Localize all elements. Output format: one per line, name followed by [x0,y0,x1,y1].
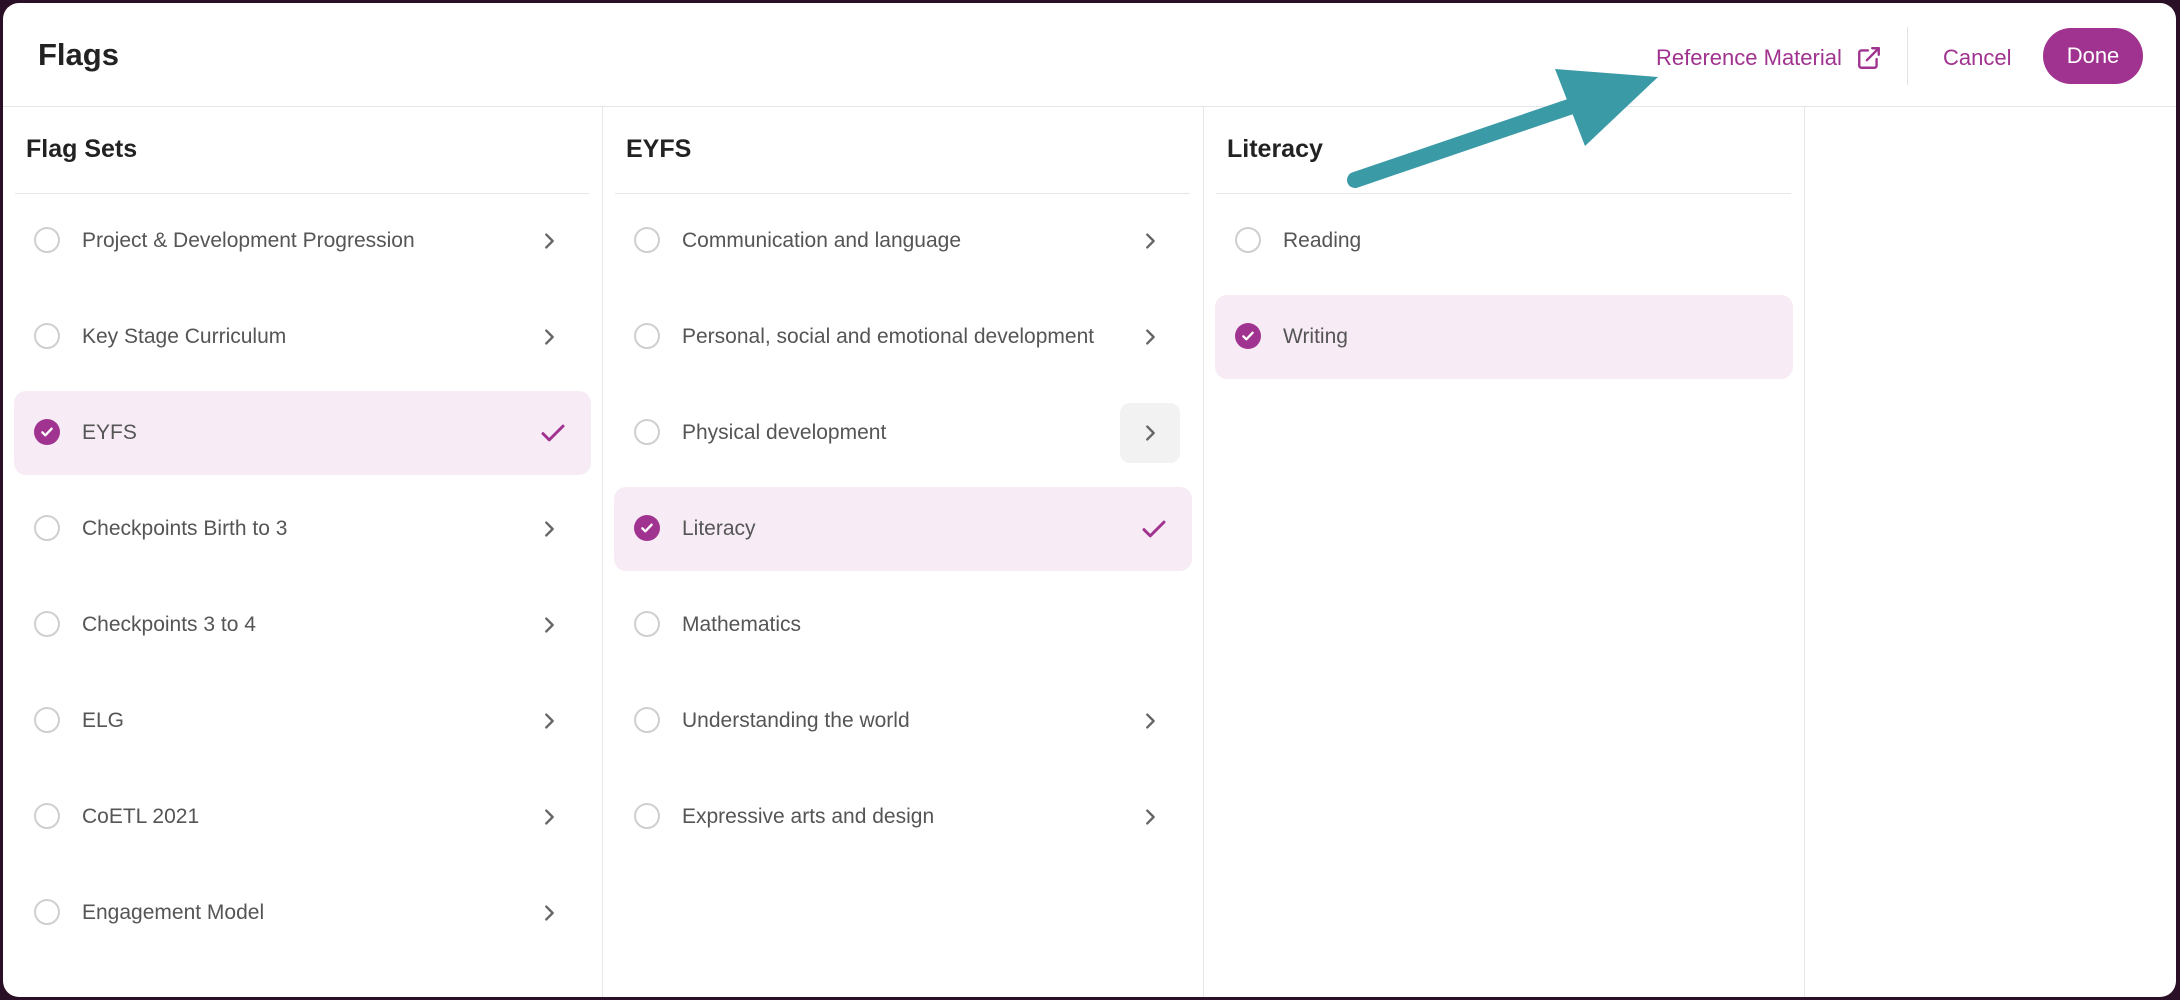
radio-unchecked-icon[interactable] [34,803,60,829]
chevron-right-icon[interactable] [1120,691,1180,751]
flag-item-label: Literacy [682,517,756,540]
chevron-right-icon[interactable] [1120,403,1180,463]
cancel-button[interactable]: Cancel [1943,33,2011,83]
flag-item-label: Writing [1283,325,1348,348]
flag-item-understanding-the-world[interactable]: Understanding the world [614,679,1192,763]
flag-list: Reading Writing [1215,199,1793,391]
chevron-right-icon[interactable] [1120,787,1180,847]
chevron-right-icon[interactable] [519,211,579,271]
flag-item-label: Checkpoints 3 to 4 [82,613,256,636]
flag-item-writing[interactable]: Writing [1215,295,1793,379]
column-divider [615,193,1190,194]
flag-item-label: Engagement Model [82,901,265,924]
flag-item-label: Project & Development Progression [82,229,415,252]
chevron-right-icon[interactable] [519,499,579,559]
flag-item-communication-and-language[interactable]: Communication and language [614,199,1192,283]
chevron-right-icon[interactable] [1120,211,1180,271]
modal-header: Flags Reference Material Cancel Done [3,3,2176,107]
flag-item-elg[interactable]: ELG [14,679,591,763]
flag-item-checkpoints-birth-to-3[interactable]: Checkpoints Birth to 3 [14,487,591,571]
column-flag-sets: Flag Sets Project & Development Progress… [3,107,603,997]
chevron-right-icon[interactable] [1120,307,1180,367]
radio-unchecked-icon[interactable] [34,611,60,637]
flag-item-label: CoETL 2021 [82,805,200,828]
flag-item-label: Mathematics [682,613,802,636]
flag-list: Project & Development Progression Key Sta… [14,199,591,967]
column-divider [15,193,589,194]
done-button[interactable]: Done [2043,28,2143,84]
radio-unchecked-icon[interactable] [634,611,660,637]
external-link-icon [1856,45,1882,71]
radio-checked-icon[interactable] [634,515,660,541]
flags-modal: Flags Reference Material Cancel Done Fla… [3,3,2176,997]
radio-unchecked-icon[interactable] [634,323,660,349]
radio-unchecked-icon[interactable] [34,515,60,541]
flag-item-label: EYFS [82,421,137,444]
radio-unchecked-icon[interactable] [34,899,60,925]
flag-item-engagement-model[interactable]: Engagement Model [14,871,591,955]
flag-item-reading[interactable]: Reading [1215,199,1793,283]
chevron-right-icon[interactable] [519,595,579,655]
flag-item-label: Expressive arts and design [682,805,935,828]
header-divider [1907,27,1908,85]
radio-unchecked-icon[interactable] [634,803,660,829]
flag-item-expressive-arts-and-design[interactable]: Expressive arts and design [614,775,1192,859]
column-empty [1805,107,2176,997]
radio-unchecked-icon[interactable] [1235,227,1261,253]
column-title: EYFS [626,135,692,163]
flag-item-key-stage-curriculum[interactable]: Key Stage Curriculum [14,295,591,379]
radio-checked-icon[interactable] [1235,323,1261,349]
chevron-right-icon[interactable] [519,787,579,847]
flag-item-label: ELG [82,709,125,732]
flag-item-label: Communication and language [682,229,962,252]
check-icon [1134,509,1174,549]
chevron-right-icon[interactable] [519,691,579,751]
radio-unchecked-icon[interactable] [634,419,660,445]
flag-item-label: Physical development [682,421,887,444]
radio-unchecked-icon[interactable] [34,707,60,733]
column-literacy: Literacy Reading Writing [1204,107,1805,997]
flag-item-coetl-2021[interactable]: CoETL 2021 [14,775,591,859]
flag-item-project-development-progression[interactable]: Project & Development Progression [14,199,591,283]
flag-item-label: Understanding the world [682,709,910,732]
radio-unchecked-icon[interactable] [634,227,660,253]
flag-item-label: Key Stage Curriculum [82,325,287,348]
column-eyfs: EYFS Communication and language Personal,… [603,107,1204,997]
column-divider [1216,193,1791,194]
column-title: Flag Sets [26,135,138,163]
flag-list: Communication and language Personal, soci… [614,199,1192,871]
flag-item-checkpoints-3-to-4[interactable]: Checkpoints 3 to 4 [14,583,591,667]
flag-item-label: Reading [1283,229,1362,252]
flag-item-physical-development[interactable]: Physical development [614,391,1192,475]
flag-item-eyfs[interactable]: EYFS [14,391,591,475]
flag-item-label: Checkpoints Birth to 3 [82,517,288,540]
radio-checked-icon[interactable] [34,419,60,445]
chevron-right-icon[interactable] [519,307,579,367]
flag-item-label: Personal, social and emotional developme… [682,325,1095,348]
radio-unchecked-icon[interactable] [34,323,60,349]
chevron-right-icon[interactable] [519,883,579,943]
reference-material-link[interactable]: Reference Material [1656,41,1882,75]
flag-item-literacy[interactable]: Literacy [614,487,1192,571]
flag-item-mathematics[interactable]: Mathematics [614,583,1192,667]
check-icon [533,413,573,453]
column-title: Literacy [1227,135,1323,163]
radio-unchecked-icon[interactable] [34,227,60,253]
modal-title: Flags [38,37,119,72]
flag-item-personal-social-and-emotional-development[interactable]: Personal, social and emotional developme… [614,295,1192,379]
radio-unchecked-icon[interactable] [634,707,660,733]
reference-material-label: Reference Material [1656,45,1842,70]
